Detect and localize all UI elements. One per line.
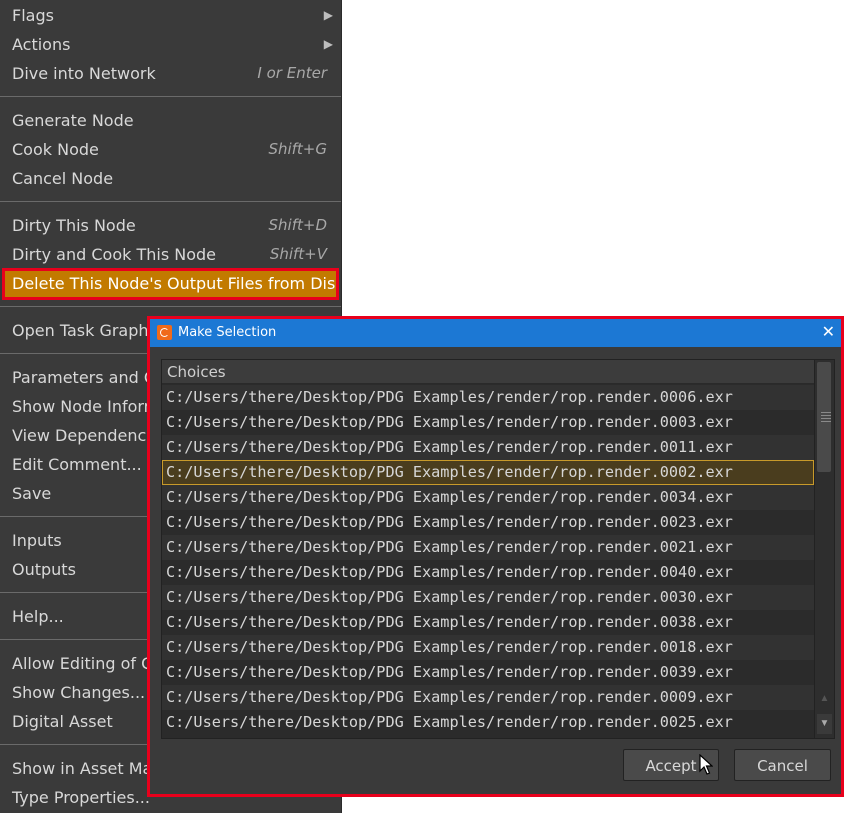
scrollbar-thumb[interactable] <box>817 362 831 472</box>
submenu-arrow-icon: ▶ <box>323 37 333 51</box>
choice-row[interactable]: C:/Users/there/Desktop/PDG Examples/rend… <box>162 685 814 710</box>
choice-row[interactable]: C:/Users/there/Desktop/PDG Examples/rend… <box>162 435 814 460</box>
menu-item-dirty-and-cook[interactable]: Dirty and Cook This Node Shift+V <box>0 240 341 269</box>
menu-item-cook-node[interactable]: Cook Node Shift+G <box>0 135 341 164</box>
menu-separator <box>0 306 341 307</box>
choices-rows: C:/Users/there/Desktop/PDG Examples/rend… <box>162 385 814 737</box>
menu-item-label: Edit Comment... <box>12 455 142 474</box>
choice-row[interactable]: C:/Users/there/Desktop/PDG Examples/rend… <box>162 385 814 410</box>
choice-row[interactable]: C:/Users/there/Desktop/PDG Examples/rend… <box>162 585 814 610</box>
menu-item-label: View Dependencies <box>12 426 169 445</box>
scroll-down-arrow-icon[interactable]: ▼ <box>817 714 832 734</box>
menu-item-generate-node[interactable]: Generate Node <box>0 106 341 135</box>
menu-item-label: Actions <box>12 35 71 54</box>
choice-row[interactable]: C:/Users/there/Desktop/PDG Examples/rend… <box>162 535 814 560</box>
menu-item-shortcut: Shift+D <box>268 216 327 234</box>
menu-item-label: Dive into Network <box>12 64 156 83</box>
grip-icon <box>821 412 831 424</box>
menu-item-shortcut: Shift+V <box>269 245 327 263</box>
choices-column-header[interactable]: Choices <box>162 360 814 384</box>
menu-item-label: Dirty and Cook This Node <box>12 245 216 264</box>
menu-item-label: Flags <box>12 6 54 25</box>
choice-row[interactable]: C:/Users/there/Desktop/PDG Examples/rend… <box>162 485 814 510</box>
menu-item-label: Inputs <box>12 531 62 550</box>
choice-row[interactable]: C:/Users/there/Desktop/PDG Examples/rend… <box>162 660 814 685</box>
menu-item-flags[interactable]: Flags ▶ <box>0 1 341 30</box>
menu-item-label: Type Properties... <box>12 788 150 807</box>
vertical-scrollbar[interactable]: ▲ ▼ <box>814 360 834 738</box>
houdini-logo-icon <box>157 325 172 340</box>
menu-item-delete-output-files[interactable]: Delete This Node's Output Files from Dis… <box>2 268 339 300</box>
choice-row[interactable]: C:/Users/there/Desktop/PDG Examples/rend… <box>162 610 814 635</box>
dialog-title: Make Selection <box>178 325 277 340</box>
menu-item-label: Help... <box>12 607 64 626</box>
menu-item-shortcut: Shift+G <box>268 140 327 158</box>
choice-row[interactable]: C:/Users/there/Desktop/PDG Examples/rend… <box>162 560 814 585</box>
choice-row[interactable]: C:/Users/there/Desktop/PDG Examples/rend… <box>162 510 814 535</box>
menu-item-label: Save <box>12 484 52 503</box>
menu-item-label: Cook Node <box>12 140 99 159</box>
choice-row[interactable]: C:/Users/there/Desktop/PDG Examples/rend… <box>162 635 814 660</box>
menu-item-label: Digital Asset <box>12 712 113 731</box>
menu-item-dive-into-network[interactable]: Dive into Network I or Enter <box>0 59 341 88</box>
cancel-button[interactable]: Cancel <box>734 749 831 781</box>
dialog-titlebar[interactable]: Make Selection ✕ <box>150 319 841 347</box>
menu-item-label: Show Changes... <box>12 683 146 702</box>
menu-item-label: Generate Node <box>12 111 134 130</box>
choice-row[interactable]: C:/Users/there/Desktop/PDG Examples/rend… <box>162 710 814 735</box>
menu-separator <box>0 201 341 202</box>
menu-separator <box>0 96 341 97</box>
menu-item-label: Delete This Node's Output Files from Dis… <box>12 274 339 293</box>
menu-item-dirty-this-node[interactable]: Dirty This Node Shift+D <box>0 211 341 240</box>
scroll-up-arrow-icon[interactable]: ▲ <box>817 690 832 708</box>
menu-item-shortcut: I or Enter <box>257 64 327 82</box>
menu-item-label: Dirty This Node <box>12 216 136 235</box>
choice-row[interactable]: C:/Users/there/Desktop/PDG Examples/rend… <box>162 460 814 485</box>
menu-item-label: Outputs <box>12 560 76 579</box>
close-icon[interactable]: ✕ <box>822 319 835 347</box>
menu-item-label: Cancel Node <box>12 169 114 188</box>
make-selection-dialog: Make Selection ✕ Choices C:/Users/there/… <box>147 316 844 797</box>
choice-row[interactable]: C:/Users/there/Desktop/PDG Examples/rend… <box>162 410 814 435</box>
submenu-arrow-icon: ▶ <box>323 8 333 22</box>
menu-item-cancel-node[interactable]: Cancel Node <box>0 164 341 193</box>
menu-item-actions[interactable]: Actions ▶ <box>0 30 341 59</box>
choices-list: Choices C:/Users/there/Desktop/PDG Examp… <box>161 359 835 739</box>
